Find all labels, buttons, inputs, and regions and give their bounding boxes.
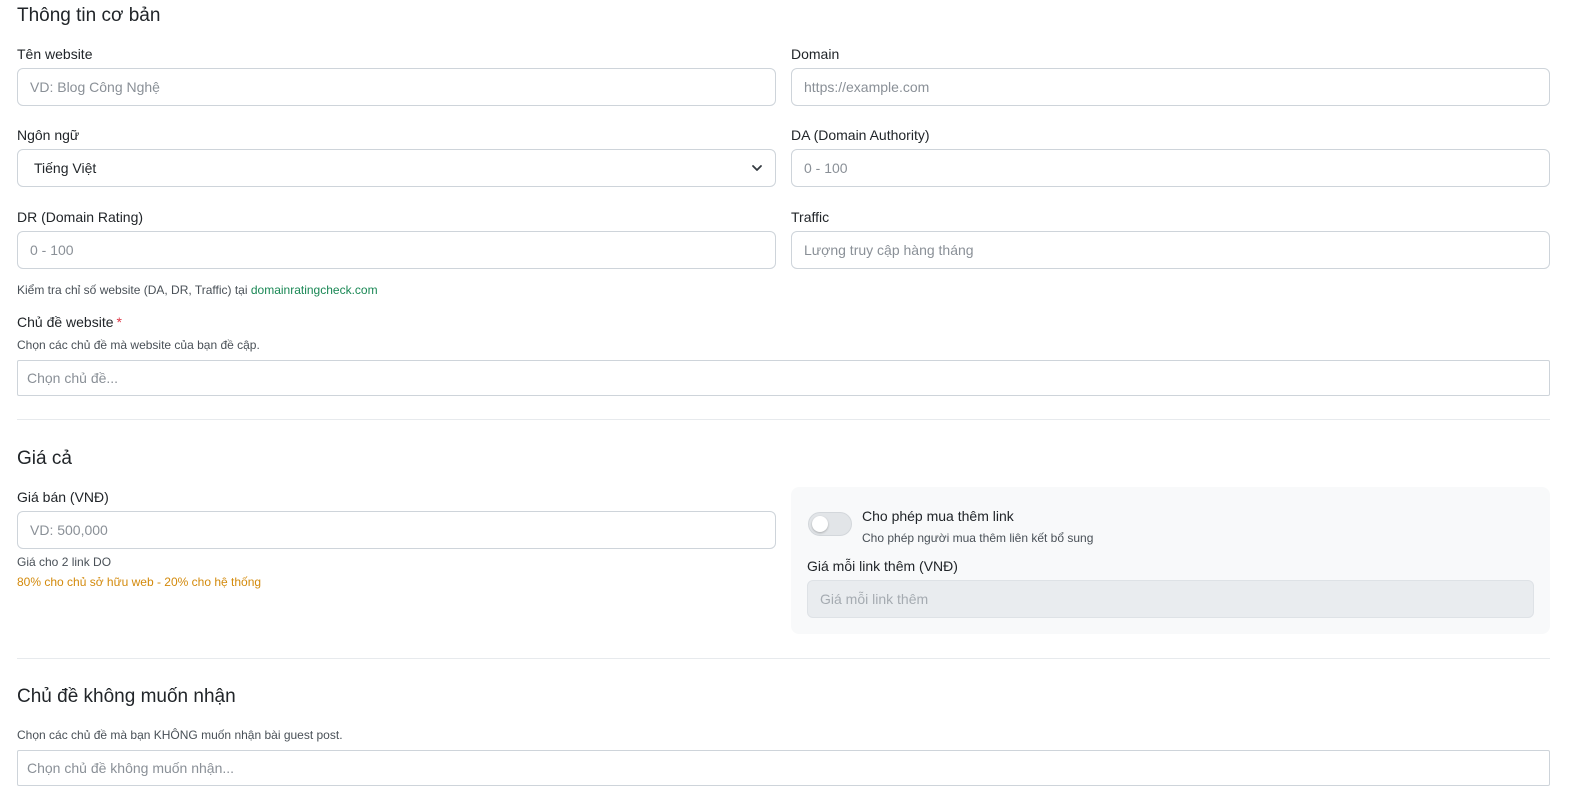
website-name-input[interactable]: VD: Blog Công Nghệ bbox=[17, 68, 776, 106]
excluded-topics-title: Chủ đề không muốn nhận bbox=[17, 686, 236, 707]
chevron-down-icon bbox=[752, 165, 762, 171]
domainratingcheck-link[interactable]: domainratingcheck.com bbox=[251, 283, 378, 297]
toggle-knob bbox=[812, 516, 828, 532]
section-divider bbox=[17, 419, 1550, 420]
domain-input[interactable]: https://example.com bbox=[791, 68, 1550, 106]
basic-info-title: Thông tin cơ bản bbox=[17, 5, 161, 26]
price-label: Giá bán (VNĐ) bbox=[17, 489, 109, 505]
traffic-label: Traffic bbox=[791, 209, 830, 225]
traffic-input[interactable]: Lượng truy cập hàng tháng bbox=[791, 231, 1550, 269]
language-selected-value: Tiếng Việt bbox=[34, 160, 97, 176]
extra-links-toggle-label: Cho phép mua thêm link bbox=[862, 508, 1014, 524]
required-mark: * bbox=[116, 314, 122, 330]
topics-select[interactable]: Chọn chủ đề... bbox=[17, 360, 1550, 396]
website-name-placeholder: VD: Blog Công Nghệ bbox=[30, 79, 160, 95]
excluded-topics-select[interactable]: Chọn chủ đề không muốn nhận... bbox=[17, 750, 1550, 786]
website-name-label: Tên website bbox=[17, 46, 93, 62]
extra-link-price-label: Giá mỗi link thêm (VNĐ) bbox=[807, 558, 958, 574]
commission-note: 80% cho chủ sở hữu web - 20% cho hệ thốn… bbox=[17, 575, 262, 589]
excluded-topics-help: Chọn các chủ đề mà bạn KHÔNG muốn nhận b… bbox=[17, 728, 343, 742]
da-label: DA (Domain Authority) bbox=[791, 127, 930, 143]
domain-placeholder: https://example.com bbox=[804, 79, 930, 95]
price-placeholder: VD: 500,000 bbox=[30, 522, 108, 538]
check-metrics-note: Kiểm tra chỉ số website (DA, DR, Traffic… bbox=[17, 283, 378, 297]
da-input[interactable]: 0 - 100 bbox=[791, 149, 1550, 187]
extra-link-price-input[interactable]: Giá mỗi link thêm bbox=[807, 580, 1534, 618]
dr-input[interactable]: 0 - 100 bbox=[17, 231, 776, 269]
topics-placeholder: Chọn chủ đề... bbox=[27, 370, 119, 386]
pricing-title: Giá cả bbox=[17, 448, 72, 469]
price-note: Giá cho 2 link DO bbox=[17, 555, 112, 569]
section-divider bbox=[17, 658, 1550, 659]
da-placeholder: 0 - 100 bbox=[804, 160, 848, 176]
price-input[interactable]: VD: 500,000 bbox=[17, 511, 776, 549]
traffic-placeholder: Lượng truy cập hàng tháng bbox=[804, 242, 974, 258]
excluded-topics-placeholder: Chọn chủ đề không muốn nhận... bbox=[27, 760, 235, 776]
topics-label: Chủ đề website * bbox=[17, 314, 122, 330]
extra-links-toggle-help: Cho phép người mua thêm liên kết bổ sung bbox=[862, 531, 1094, 545]
topics-help: Chọn các chủ đề mà website của bạn đề cậ… bbox=[17, 338, 260, 352]
extra-link-price-placeholder: Giá mỗi link thêm bbox=[820, 591, 929, 607]
language-select[interactable]: Tiếng Việt bbox=[17, 149, 776, 187]
check-metrics-text: Kiểm tra chỉ số website (DA, DR, Traffic… bbox=[17, 283, 248, 297]
extra-links-toggle[interactable] bbox=[808, 512, 852, 536]
topics-label-text: Chủ đề website bbox=[17, 314, 114, 330]
dr-placeholder: 0 - 100 bbox=[30, 242, 74, 258]
language-label: Ngôn ngữ bbox=[17, 127, 80, 143]
domain-label: Domain bbox=[791, 46, 840, 62]
dr-label: DR (Domain Rating) bbox=[17, 209, 144, 225]
